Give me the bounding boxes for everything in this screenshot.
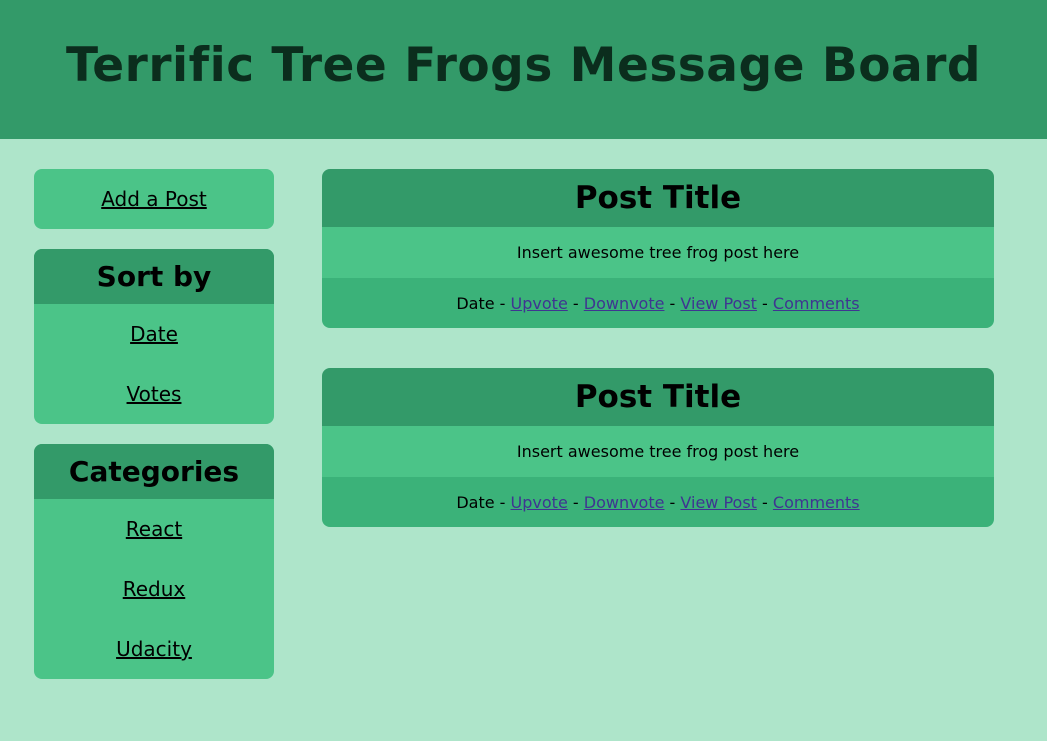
post-date: Date: [456, 492, 495, 512]
sort-panel: Sort by Date Votes: [34, 249, 274, 424]
category-udacity-link[interactable]: Udacity: [34, 619, 274, 679]
view-post-link[interactable]: View Post: [680, 294, 757, 313]
categories-panel: Categories React Redux Udacity: [34, 444, 274, 679]
separator: -: [567, 492, 584, 512]
comments-link[interactable]: Comments: [773, 493, 860, 512]
post-title: Post Title: [322, 368, 994, 426]
post-list: Post Title Insert awesome tree frog post…: [322, 169, 994, 567]
separator: -: [567, 293, 584, 313]
separator: -: [664, 492, 681, 512]
sort-by-votes-link[interactable]: Votes: [34, 364, 274, 424]
comments-link[interactable]: Comments: [773, 294, 860, 313]
post-card: Post Title Insert awesome tree frog post…: [322, 368, 994, 527]
separator: -: [664, 293, 681, 313]
category-redux-link[interactable]: Redux: [34, 559, 274, 619]
post-footer: Date - Upvote - Downvote - View Post - C…: [322, 477, 994, 527]
post-footer: Date - Upvote - Downvote - View Post - C…: [322, 278, 994, 328]
sort-by-date-link[interactable]: Date: [34, 304, 274, 364]
separator: -: [494, 492, 511, 512]
category-react-link[interactable]: React: [34, 499, 274, 559]
post-title: Post Title: [322, 169, 994, 227]
separator: -: [494, 293, 511, 313]
add-post-link[interactable]: Add a Post: [34, 169, 274, 229]
page-title: Terrific Tree Frogs Message Board: [65, 38, 982, 93]
upvote-link[interactable]: Upvote: [511, 294, 568, 313]
post-body: Insert awesome tree frog post here: [322, 227, 994, 278]
separator: -: [756, 293, 773, 313]
downvote-link[interactable]: Downvote: [584, 294, 665, 313]
categories-panel-title: Categories: [34, 444, 274, 499]
upvote-link[interactable]: Upvote: [511, 493, 568, 512]
post-card: Post Title Insert awesome tree frog post…: [322, 169, 994, 328]
view-post-link[interactable]: View Post: [680, 493, 757, 512]
post-date: Date: [456, 293, 495, 313]
separator: -: [756, 492, 773, 512]
downvote-link[interactable]: Downvote: [584, 493, 665, 512]
site-header: Terrific Tree Frogs Message Board: [0, 0, 1047, 139]
sidebar: Add a Post Sort by Date Votes Categories…: [34, 169, 274, 679]
post-body: Insert awesome tree frog post here: [322, 426, 994, 477]
sort-panel-title: Sort by: [34, 249, 274, 304]
